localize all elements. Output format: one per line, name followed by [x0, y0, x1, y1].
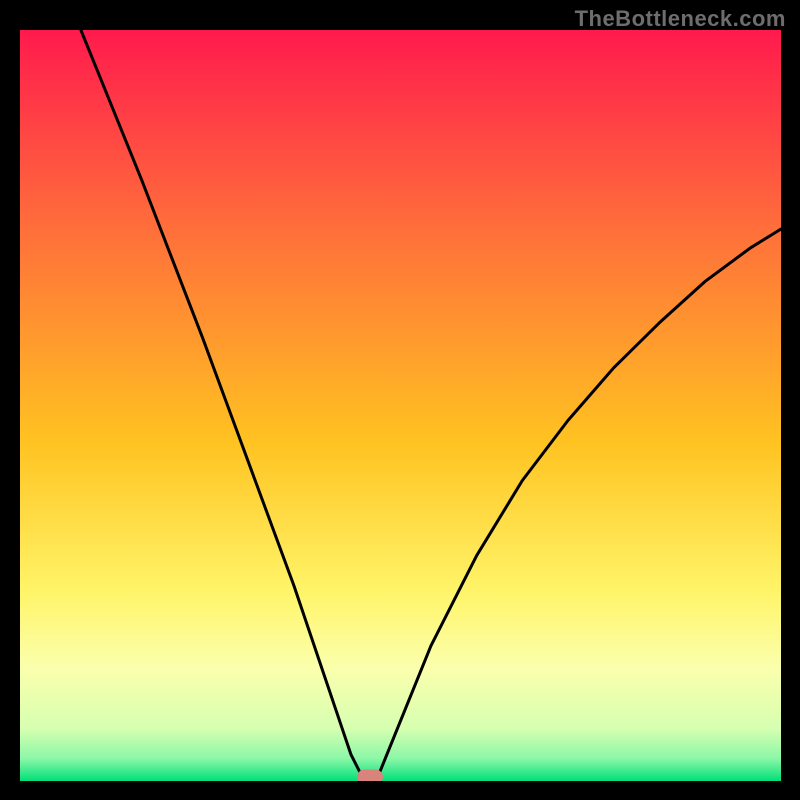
- optimal-point-marker: [357, 770, 383, 781]
- plot-area: [20, 30, 781, 781]
- chart-frame: TheBottleneck.com: [0, 0, 800, 800]
- watermark-label: TheBottleneck.com: [575, 6, 786, 32]
- gradient-background: [20, 30, 781, 781]
- chart-svg: [20, 30, 781, 781]
